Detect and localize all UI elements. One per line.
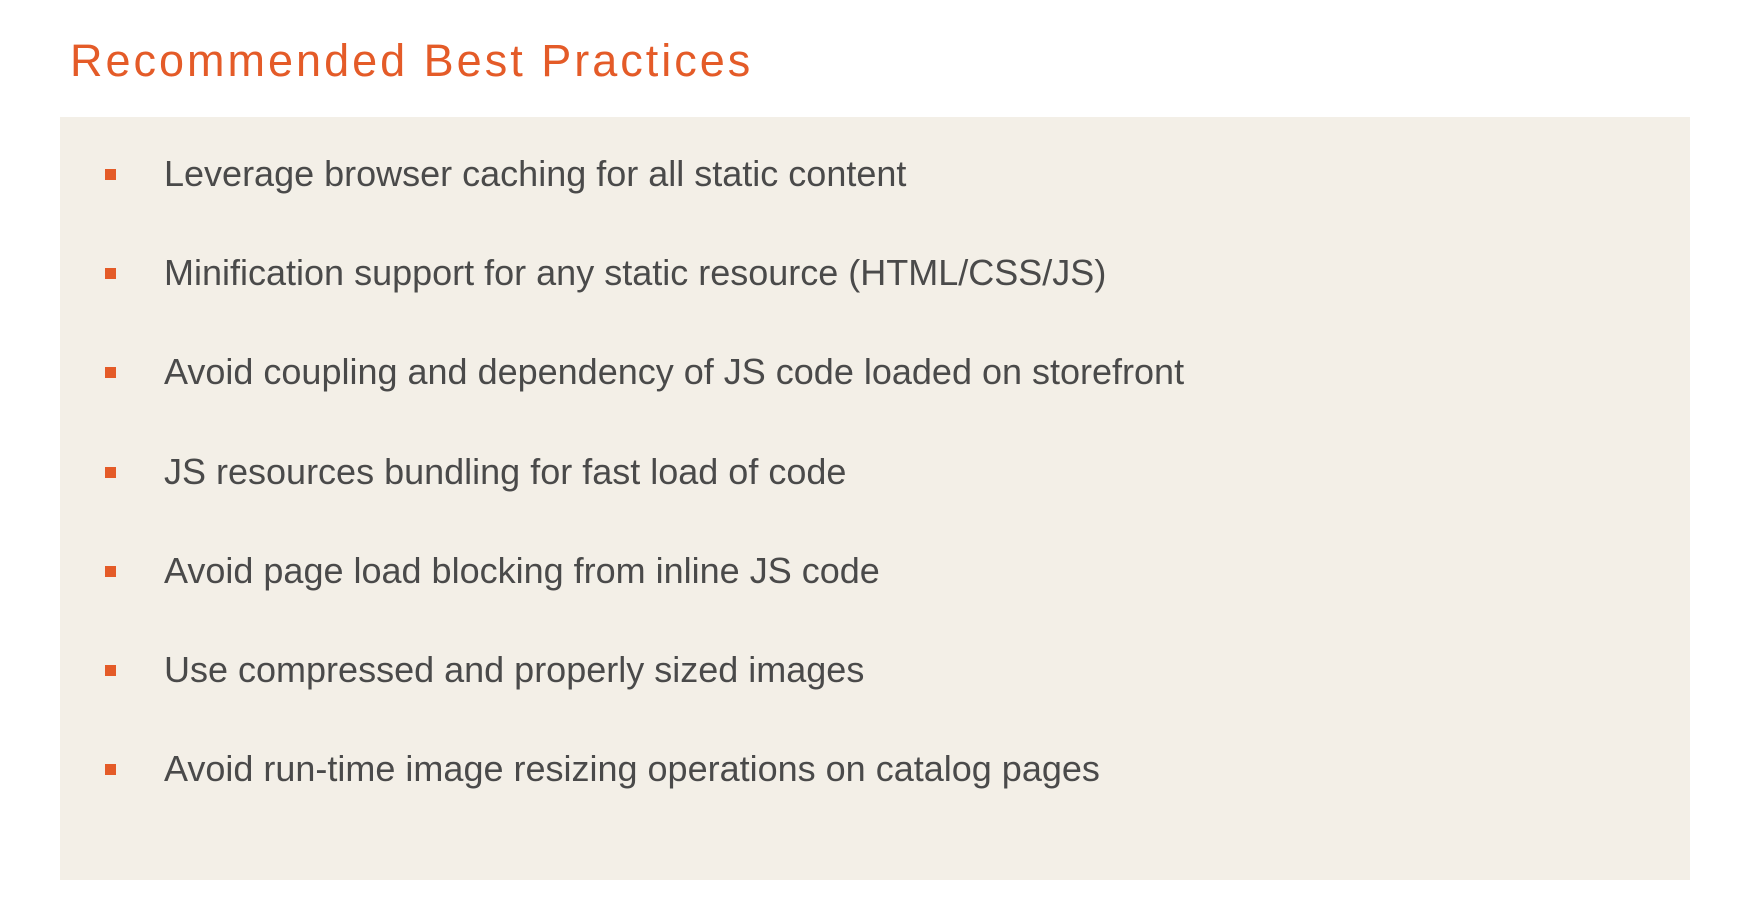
list-item: Minification support for any static reso… xyxy=(105,251,1650,294)
bullet-text: Use compressed and properly sized images xyxy=(164,648,864,691)
list-item: Leverage browser caching for all static … xyxy=(105,152,1650,195)
bullet-text: Avoid coupling and dependency of JS code… xyxy=(164,350,1184,393)
bullet-list: Leverage browser caching for all static … xyxy=(105,152,1650,790)
bullet-square-icon xyxy=(105,764,116,775)
slide-title: Recommended Best Practices xyxy=(70,35,1690,87)
bullet-square-icon xyxy=(105,566,116,577)
list-item: Avoid run-time image resizing operations… xyxy=(105,747,1650,790)
bullet-text: JS resources bundling for fast load of c… xyxy=(164,450,846,493)
bullet-text: Avoid page load blocking from inline JS … xyxy=(164,549,880,592)
bullet-square-icon xyxy=(105,665,116,676)
bullet-text: Avoid run-time image resizing operations… xyxy=(164,747,1100,790)
list-item: JS resources bundling for fast load of c… xyxy=(105,450,1650,493)
list-item: Avoid coupling and dependency of JS code… xyxy=(105,350,1650,393)
bullet-square-icon xyxy=(105,467,116,478)
bullet-text: Leverage browser caching for all static … xyxy=(164,152,906,195)
list-item: Use compressed and properly sized images xyxy=(105,648,1650,691)
bullet-square-icon xyxy=(105,367,116,378)
list-item: Avoid page load blocking from inline JS … xyxy=(105,549,1650,592)
bullet-square-icon xyxy=(105,268,116,279)
content-panel: Leverage browser caching for all static … xyxy=(60,117,1690,880)
bullet-text: Minification support for any static reso… xyxy=(164,251,1106,294)
bullet-square-icon xyxy=(105,169,116,180)
